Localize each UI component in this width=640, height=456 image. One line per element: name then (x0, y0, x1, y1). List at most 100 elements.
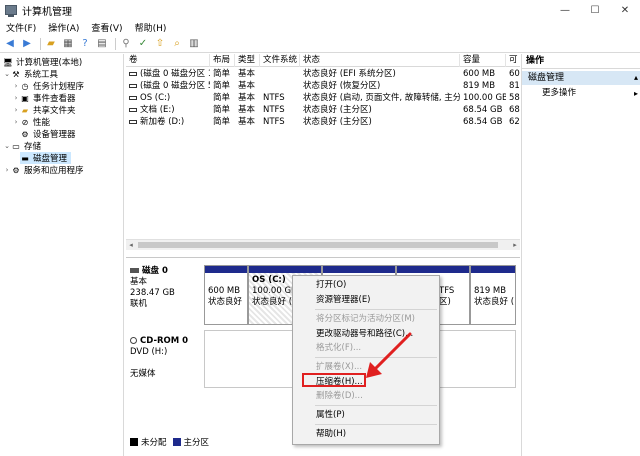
toolbar-separator (115, 37, 116, 50)
menu-separator (315, 424, 437, 425)
menu-item-help[interactable]: 帮助(H) (294, 427, 438, 441)
legend-unallocated: 未分配 (141, 438, 167, 448)
tree-item-performance[interactable]: › ⊘ 性能 (12, 116, 50, 129)
tree-item-storage[interactable]: ⌄ ▭ 存储 (3, 140, 41, 153)
cell-capacity: 819 MB (463, 81, 496, 91)
tree-item-services-apps[interactable]: › ⚙ 服务和应用程序 (3, 164, 84, 177)
minimize-button[interactable]: — (550, 0, 580, 20)
more-actions[interactable]: 更多操作 ▸ (522, 87, 640, 100)
column-header-free[interactable]: 可 (506, 54, 520, 67)
partition-size: 819 MB (474, 286, 507, 296)
cell-type: 基本 (238, 69, 256, 79)
column-header-layout[interactable]: 布局 (210, 54, 235, 67)
scroll-left-icon[interactable]: ◂ (126, 240, 136, 251)
volume-icon (129, 119, 137, 124)
menu-item-explorer[interactable]: 资源管理器(E) (294, 293, 438, 307)
up-folder-icon[interactable]: ▰ (44, 37, 58, 51)
cell-capacity: 68.54 GB (463, 117, 503, 127)
upload-icon[interactable]: ⇧ (153, 37, 167, 51)
table-row[interactable]: (磁盘 0 磁盘分区 5) 简单 基本 状态良好 (恢复分区) 819 MB 8… (126, 80, 520, 92)
table-row[interactable]: 文档 (E:) 简单 基本 NTFS 状态良好 (主分区) 68.54 GB 6… (126, 104, 520, 116)
legend-swatch-unallocated (130, 438, 138, 446)
tree-item-label: 磁盘管理 (33, 154, 68, 164)
cdrom-info[interactable]: CD-ROM 0 DVD (H:) 无媒体 (130, 336, 200, 380)
menu-action[interactable]: 操作(A) (48, 21, 79, 34)
navigation-tree: 🖥 计算机管理(本地) ⌄ ⚒ 系统工具 › ◷ 任务计划程序 › ▣ 事件查看… (0, 54, 124, 456)
cell-volume-text: (磁盘 0 磁盘分区 5) (140, 81, 210, 91)
partition-text: 600 MB 状态良好 (205, 273, 247, 310)
menu-item-properties[interactable]: 属性(P) (294, 408, 438, 422)
disk0-info[interactable]: 磁盘 0 基本 238.47 GB 联机 (130, 266, 200, 310)
cell-type: 基本 (238, 93, 256, 103)
close-button[interactable]: ✕ (610, 0, 640, 20)
disk-drive-icon (130, 268, 139, 273)
cell-filesystem: NTFS (263, 117, 285, 127)
scroll-thumb[interactable] (138, 242, 498, 248)
column-header-status[interactable]: 状态 (300, 54, 460, 67)
column-header-filesystem[interactable]: 文件系统 (260, 54, 300, 67)
maximize-button[interactable]: ☐ (580, 0, 610, 20)
expand-icon[interactable]: › (12, 106, 20, 114)
cell-type: 基本 (238, 81, 256, 91)
tree-item-shared-folders[interactable]: › ▰ 共享文件夹 (12, 104, 76, 117)
menu-help[interactable]: 帮助(H) (135, 21, 167, 34)
tree-root[interactable]: 🖥 计算机管理(本地) (3, 56, 82, 69)
more-actions-label: 更多操作 (542, 88, 577, 98)
cell-volume-text: 文档 (E:) (140, 105, 175, 115)
actions-section-disk-management[interactable]: 磁盘管理 ▴ (522, 71, 640, 85)
back-arrow-icon[interactable]: ◀ (3, 37, 17, 51)
tree-item-event-viewer[interactable]: › ▣ 事件查看器 (12, 92, 76, 105)
toolbar-separator (40, 37, 41, 50)
tree-item-label: 设备管理器 (33, 130, 76, 140)
column-header-volume[interactable]: 卷 (126, 54, 210, 67)
properties-icon[interactable]: ▤ (95, 37, 109, 51)
cell-filesystem: NTFS (263, 105, 285, 115)
expand-icon[interactable]: › (12, 82, 20, 90)
table-row[interactable]: (磁盘 0 磁盘分区 1) 简单 基本 状态良好 (EFI 系统分区) 600 … (126, 68, 520, 80)
column-header-capacity[interactable]: 容量 (460, 54, 506, 67)
expand-icon[interactable]: › (12, 118, 20, 126)
cell-free: 58 (509, 93, 520, 103)
event-log-icon: ▣ (21, 93, 29, 103)
cell-filesystem (260, 80, 300, 92)
menu-separator (315, 309, 437, 310)
collapse-icon[interactable]: ⌄ (3, 70, 11, 78)
view-icon[interactable]: ▥ (187, 37, 201, 51)
help-icon[interactable]: ? (78, 37, 92, 51)
table-row[interactable]: 新加卷 (D:) 简单 基本 NTFS 状态良好 (主分区) 68.54 GB … (126, 116, 520, 128)
menu-view[interactable]: 查看(V) (91, 21, 122, 34)
collapse-up-icon[interactable]: ▴ (634, 71, 638, 85)
tree-item-disk-management[interactable]: ▬ 磁盘管理 (20, 152, 72, 164)
tree-item-system-tools[interactable]: ⌄ ⚒ 系统工具 (3, 68, 58, 81)
horizontal-scrollbar[interactable]: ◂ ▸ (126, 239, 520, 250)
volume-table-header: 卷 布局 类型 文件系统 状态 容量 可 (126, 54, 520, 67)
menu-item-delete-volume: 删除卷(D)... (316, 391, 363, 401)
menu-item-open[interactable]: 打开(O) (294, 278, 438, 292)
expand-icon[interactable]: › (3, 166, 11, 174)
cell-capacity: 100.00 GB (463, 93, 506, 103)
tree-item-task-scheduler[interactable]: › ◷ 任务计划程序 (12, 80, 84, 93)
partition-line1 (439, 275, 466, 286)
cell-free: 60 (509, 69, 520, 79)
scroll-right-icon[interactable]: ▸ (510, 240, 520, 251)
partition-efi[interactable]: 600 MB 状态良好 (204, 265, 248, 325)
tree-item-device-manager[interactable]: ⚙ 设备管理器 (20, 128, 76, 141)
show-tree-icon[interactable]: ▦ (61, 37, 75, 51)
expand-icon[interactable]: › (12, 94, 20, 102)
menu-item-mark-active: 将分区标记为活动分区(M) (316, 314, 415, 324)
menu-file[interactable]: 文件(F) (6, 21, 36, 34)
table-row[interactable]: OS (C:) 简单 基本 NTFS 状态良好 (启动, 页面文件, 故障转储,… (126, 92, 520, 104)
cell-status: 状态良好 (主分区) (303, 117, 372, 127)
column-header-type[interactable]: 类型 (235, 54, 260, 67)
cell-volume: (磁盘 0 磁盘分区 1) (126, 68, 210, 80)
partition-line1 (474, 275, 512, 286)
tree-item-label: 共享文件夹 (33, 106, 76, 116)
search-icon[interactable]: ⌕ (170, 37, 184, 51)
clock-icon: ◷ (21, 81, 29, 91)
forward-arrow-icon[interactable]: ▶ (20, 37, 34, 51)
partition-recovery[interactable]: 819 MB 状态良好 ( (470, 265, 516, 325)
connect-icon[interactable]: ⚲ (119, 37, 133, 51)
collapse-icon[interactable]: ⌄ (3, 142, 11, 150)
menu-separator (315, 405, 437, 406)
check-icon[interactable]: ✓ (136, 37, 150, 51)
